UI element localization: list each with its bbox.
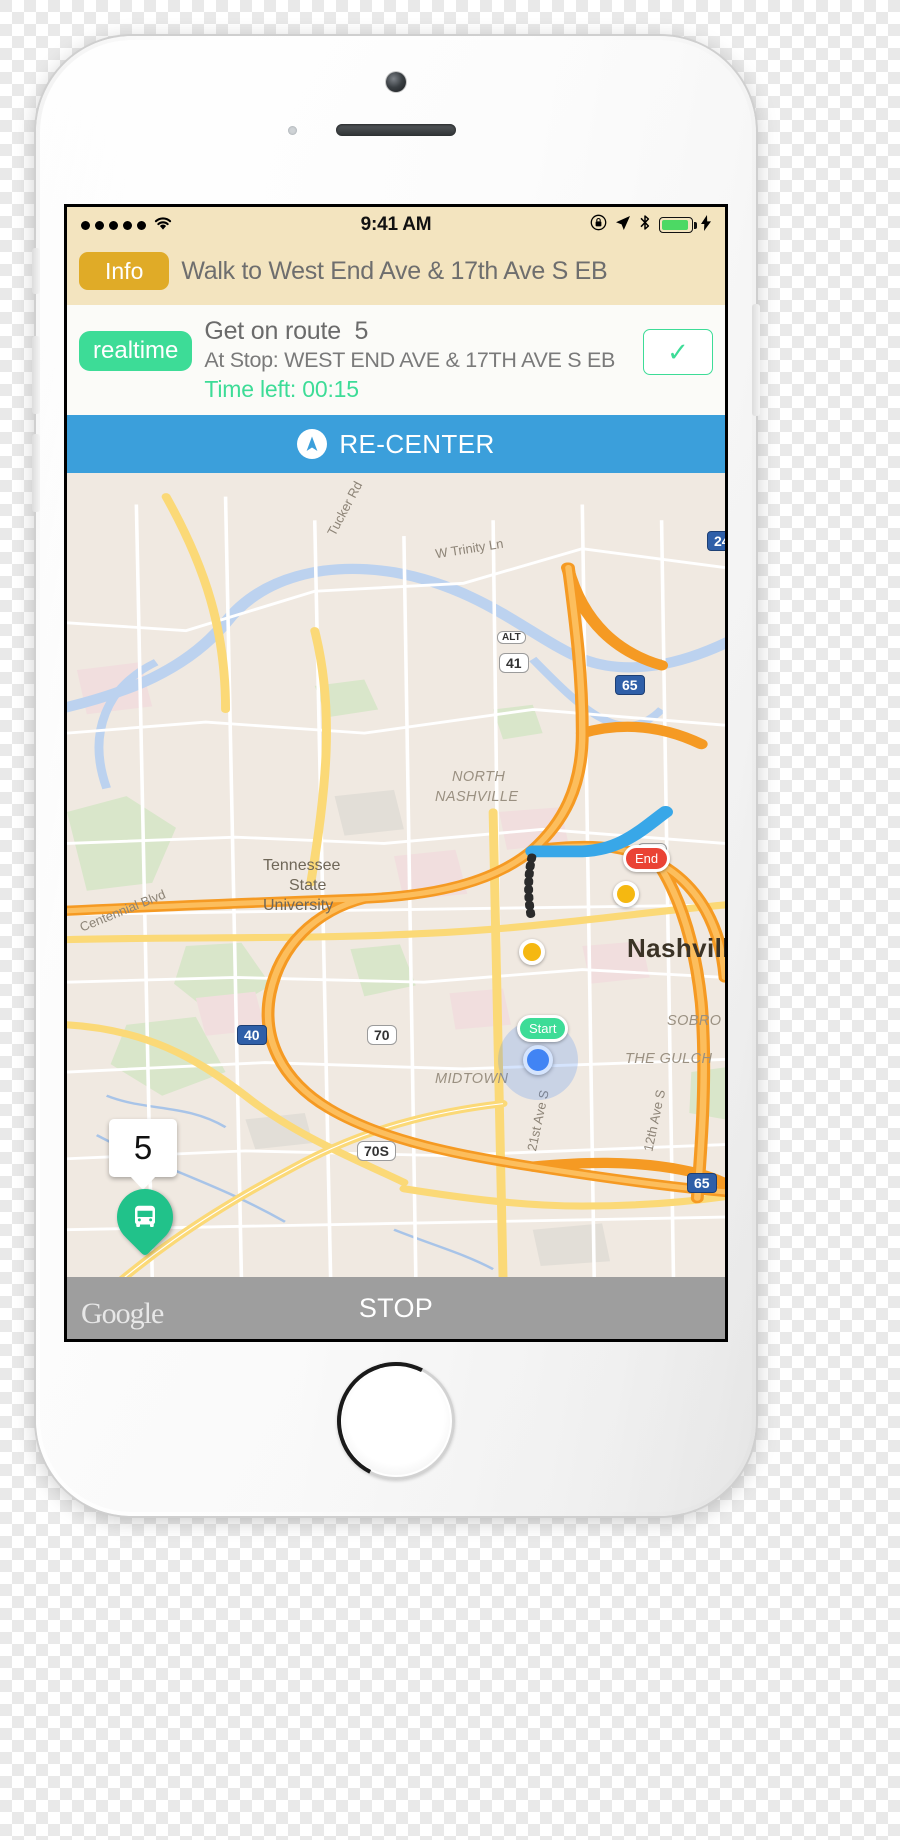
- proximity-sensor-icon: [288, 126, 297, 135]
- stop-button-label: STOP: [358, 1292, 434, 1323]
- bluetooth-icon: [639, 214, 651, 236]
- instruction-panel: realtime Get on route 5 At Stop: WEST EN…: [67, 305, 725, 415]
- route-shield: 70: [367, 1025, 397, 1045]
- route-shield: 70S: [357, 1141, 396, 1161]
- route-shield: 65: [687, 1173, 717, 1193]
- silent-switch[interactable]: [32, 248, 40, 294]
- phone-screen: 9:41 AM Info Walk to West End Ave & 17th…: [64, 204, 728, 1342]
- wifi-icon: [152, 214, 174, 236]
- earpiece-speaker: [336, 124, 456, 136]
- route-shield: 40: [237, 1025, 267, 1045]
- instruction-prefix: Get on route: [204, 317, 341, 345]
- lightning-bolt-icon: [701, 214, 711, 236]
- confirm-boarded-button[interactable]: ✓: [643, 329, 713, 375]
- power-button[interactable]: [752, 304, 760, 416]
- end-marker[interactable]: End: [623, 845, 671, 872]
- signal-strength-icon: [81, 220, 146, 230]
- navigation-header: Info Walk to West End Ave & 17th Ave S E…: [67, 243, 725, 305]
- front-camera-icon: [386, 72, 406, 92]
- volume-down-button[interactable]: [32, 434, 40, 512]
- route-number: 5: [354, 317, 369, 345]
- route-shield: 41: [499, 653, 529, 673]
- location-arrow-icon: [615, 215, 631, 236]
- user-location-puck: [523, 1045, 553, 1075]
- info-button[interactable]: Info: [79, 251, 170, 291]
- realtime-badge: realtime: [79, 331, 193, 371]
- rotation-lock-icon: [590, 214, 607, 236]
- status-bar: 9:41 AM: [67, 207, 725, 243]
- start-marker[interactable]: Start: [517, 1015, 569, 1042]
- instruction-stop: At Stop: WEST END AVE & 17TH AVE S EB: [204, 348, 616, 372]
- map-canvas[interactable]: Tucker Rd W Trinity Ln NORTH NASHVILLE Tenne…: [67, 473, 725, 1277]
- route-shield: 24: [707, 531, 725, 551]
- home-button[interactable]: [337, 1362, 455, 1480]
- route-transfer-dot[interactable]: [519, 939, 545, 965]
- bus-icon: [135, 1205, 155, 1227]
- bus-route-callout[interactable]: 5: [109, 1119, 177, 1177]
- instruction-primary: Get on route 5: [204, 317, 631, 346]
- battery-icon: [659, 217, 697, 233]
- volume-up-button[interactable]: [32, 336, 40, 414]
- instruction-time-left: Time left: 00:15: [204, 376, 359, 402]
- route-end-dot[interactable]: [613, 881, 639, 907]
- google-watermark: Google: [81, 1297, 164, 1330]
- route-shield: 65: [615, 675, 645, 695]
- page-title: Walk to West End Ave & 17th Ave S EB: [181, 256, 608, 285]
- route-shield: ALT: [497, 631, 526, 644]
- recenter-button[interactable]: RE-CENTER: [67, 415, 725, 473]
- stop-navigation-button[interactable]: Google STOP: [67, 1277, 725, 1339]
- phone-device: 9:41 AM Info Walk to West End Ave & 17th…: [32, 36, 760, 1516]
- recenter-label: RE-CENTER: [339, 428, 495, 459]
- navigation-arrow-icon: [297, 429, 328, 459]
